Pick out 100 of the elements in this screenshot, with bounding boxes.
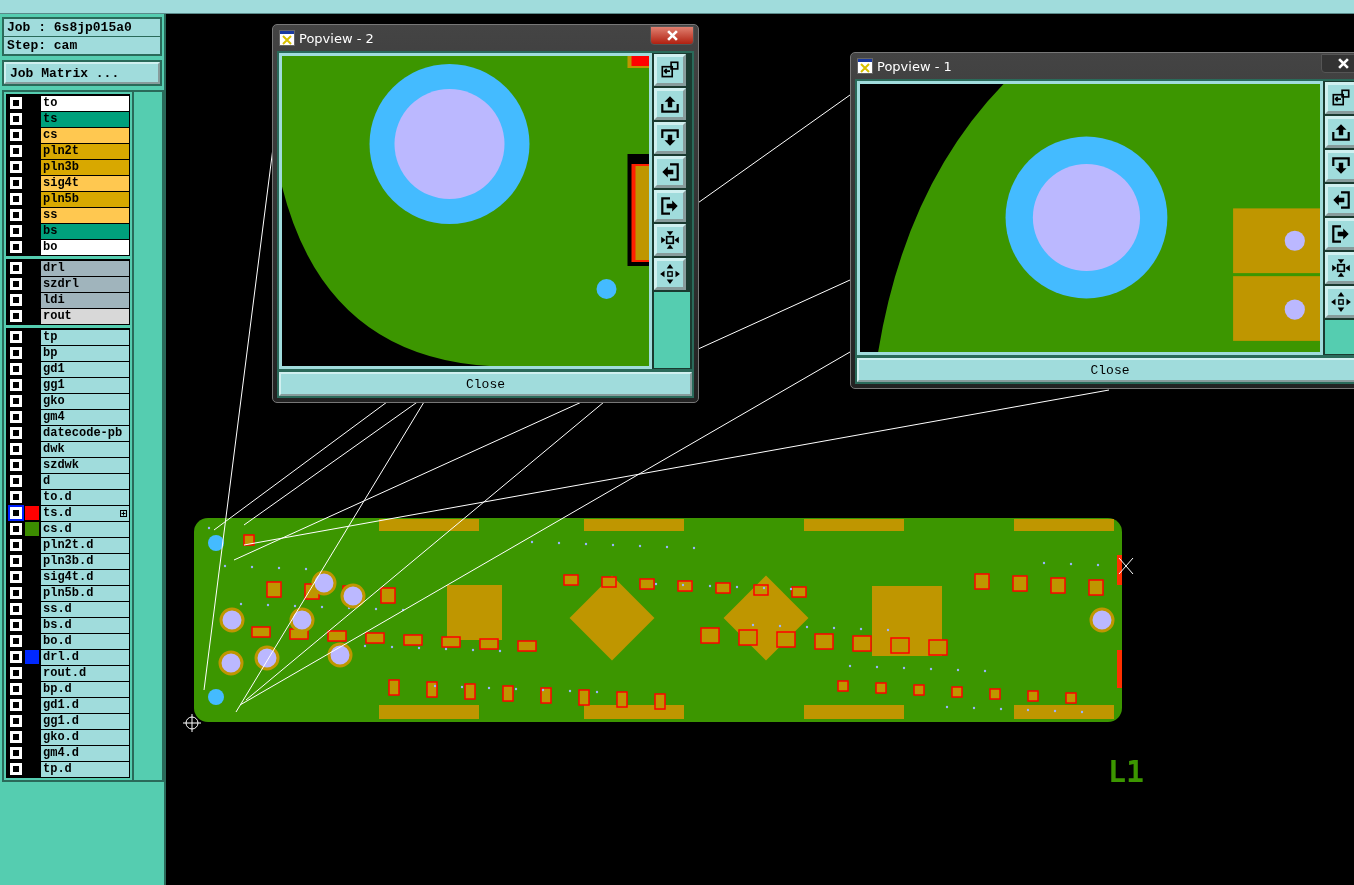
layer-checkbox[interactable] bbox=[10, 379, 22, 391]
layer-checkbox[interactable] bbox=[10, 491, 22, 503]
layer-name[interactable]: sig4t bbox=[41, 175, 129, 191]
layer-name[interactable]: pln5b bbox=[41, 191, 129, 207]
layer-checkbox[interactable] bbox=[10, 715, 22, 727]
layer-checkbox[interactable] bbox=[10, 363, 22, 375]
layer-name[interactable]: cs bbox=[41, 127, 129, 143]
down-tool-button[interactable] bbox=[654, 122, 686, 154]
layer-checkbox[interactable] bbox=[10, 411, 22, 423]
layer-checkbox[interactable] bbox=[10, 699, 22, 711]
layer-name[interactable]: pln3b bbox=[41, 159, 129, 175]
layer-checkbox[interactable] bbox=[10, 193, 22, 205]
layer-name[interactable]: ts.d bbox=[41, 505, 129, 521]
layer-name[interactable]: gko bbox=[41, 393, 129, 409]
layer-checkbox[interactable] bbox=[10, 747, 22, 759]
layer-checkbox[interactable] bbox=[10, 763, 22, 775]
zoom-in-tool-button[interactable] bbox=[1325, 252, 1354, 284]
layer-name[interactable]: to bbox=[41, 95, 129, 111]
layer-name[interactable]: bo bbox=[41, 239, 129, 255]
right-tool-button[interactable] bbox=[654, 190, 686, 222]
layer-name[interactable]: pln2t bbox=[41, 143, 129, 159]
layer-checkbox[interactable] bbox=[10, 97, 22, 109]
layer-checkbox[interactable] bbox=[10, 294, 22, 306]
layer-checkbox[interactable] bbox=[10, 667, 22, 679]
zoom-in-tool-button[interactable] bbox=[654, 224, 686, 256]
layer-checkbox[interactable] bbox=[10, 619, 22, 631]
layer-name[interactable]: drl.d bbox=[41, 649, 129, 665]
layer-name[interactable]: gd1 bbox=[41, 361, 129, 377]
layer-checkbox[interactable] bbox=[10, 539, 22, 551]
layer-name[interactable]: gm4.d bbox=[41, 745, 129, 761]
layer-name[interactable]: bs.d bbox=[41, 617, 129, 633]
layer-name[interactable]: d bbox=[41, 473, 129, 489]
up-tool-button[interactable] bbox=[654, 88, 686, 120]
close-button[interactable]: Close bbox=[279, 372, 692, 396]
layer-checkbox[interactable] bbox=[10, 209, 22, 221]
layer-checkbox[interactable] bbox=[10, 129, 22, 141]
layer-checkbox[interactable] bbox=[10, 145, 22, 157]
layer-name[interactable]: gko.d bbox=[41, 729, 129, 745]
close-button[interactable]: Close bbox=[857, 358, 1354, 382]
zoom-out-tool-button[interactable] bbox=[654, 258, 686, 290]
layer-name[interactable]: ts bbox=[41, 111, 129, 127]
layer-name[interactable]: gg1 bbox=[41, 377, 129, 393]
left-tool-button[interactable] bbox=[1325, 184, 1354, 216]
left-tool-button[interactable] bbox=[654, 156, 686, 188]
layer-checkbox[interactable] bbox=[10, 475, 22, 487]
layer-checkbox[interactable] bbox=[10, 225, 22, 237]
layer-name[interactable]: rout.d bbox=[41, 665, 129, 681]
layer-checkbox[interactable] bbox=[10, 571, 22, 583]
layer-name[interactable]: gg1.d bbox=[41, 713, 129, 729]
layer-name[interactable]: pln2t.d bbox=[41, 537, 129, 553]
layer-name[interactable]: datecode-pb bbox=[41, 425, 129, 441]
layer-checkbox[interactable] bbox=[10, 587, 22, 599]
layer-name[interactable]: bp.d bbox=[41, 681, 129, 697]
layer-name[interactable]: szdrl bbox=[41, 276, 129, 292]
layer-checkbox[interactable] bbox=[10, 177, 22, 189]
layer-name[interactable]: bp bbox=[41, 345, 129, 361]
layer-checkbox[interactable] bbox=[10, 523, 22, 535]
layer-name[interactable]: tp bbox=[41, 329, 129, 345]
layer-checkbox[interactable] bbox=[10, 683, 22, 695]
layer-checkbox[interactable] bbox=[10, 347, 22, 359]
layer-checkbox[interactable] bbox=[10, 555, 22, 567]
zoom-out-tool-button[interactable] bbox=[1325, 286, 1354, 318]
layer-checkbox[interactable] bbox=[10, 310, 22, 322]
down-tool-button[interactable] bbox=[1325, 150, 1354, 182]
layer-checkbox[interactable] bbox=[10, 113, 22, 125]
layer-name[interactable]: bs bbox=[41, 223, 129, 239]
layer-name[interactable]: gm4 bbox=[41, 409, 129, 425]
layer-checkbox[interactable] bbox=[10, 161, 22, 173]
popout-tool-button[interactable] bbox=[654, 54, 686, 86]
layer-name[interactable]: bo.d bbox=[41, 633, 129, 649]
layer-name[interactable]: pln3b.d bbox=[41, 553, 129, 569]
layer-name[interactable]: pln5b.d bbox=[41, 585, 129, 601]
layer-name[interactable]: rout bbox=[41, 308, 129, 324]
popout-tool-button[interactable] bbox=[1325, 82, 1354, 114]
layer-checkbox[interactable] bbox=[10, 603, 22, 615]
right-tool-button[interactable] bbox=[1325, 218, 1354, 250]
job-matrix-button[interactable]: Job Matrix ... bbox=[4, 62, 160, 84]
layer-name[interactable]: gd1.d bbox=[41, 697, 129, 713]
layer-name[interactable]: ldi bbox=[41, 292, 129, 308]
layer-name[interactable]: ss.d bbox=[41, 601, 129, 617]
close-button[interactable] bbox=[650, 25, 694, 45]
up-tool-button[interactable] bbox=[1325, 116, 1354, 148]
layer-checkbox[interactable] bbox=[10, 395, 22, 407]
layer-checkbox[interactable] bbox=[10, 427, 22, 439]
layer-checkbox[interactable] bbox=[10, 635, 22, 647]
layer-name[interactable]: szdwk bbox=[41, 457, 129, 473]
layer-name[interactable]: cs.d bbox=[41, 521, 129, 537]
layer-name[interactable]: sig4t.d bbox=[41, 569, 129, 585]
layer-checkbox[interactable] bbox=[10, 507, 22, 519]
layer-checkbox[interactable] bbox=[10, 731, 22, 743]
layer-checkbox[interactable] bbox=[10, 651, 22, 663]
layer-checkbox[interactable] bbox=[10, 443, 22, 455]
layer-checkbox[interactable] bbox=[10, 459, 22, 471]
layer-name[interactable]: drl bbox=[41, 260, 129, 276]
close-button[interactable] bbox=[1321, 53, 1354, 73]
layer-checkbox[interactable] bbox=[10, 278, 22, 290]
layer-name[interactable]: dwk bbox=[41, 441, 129, 457]
layer-name[interactable]: ss bbox=[41, 207, 129, 223]
layer-checkbox[interactable] bbox=[10, 331, 22, 343]
layer-name[interactable]: tp.d bbox=[41, 761, 129, 777]
